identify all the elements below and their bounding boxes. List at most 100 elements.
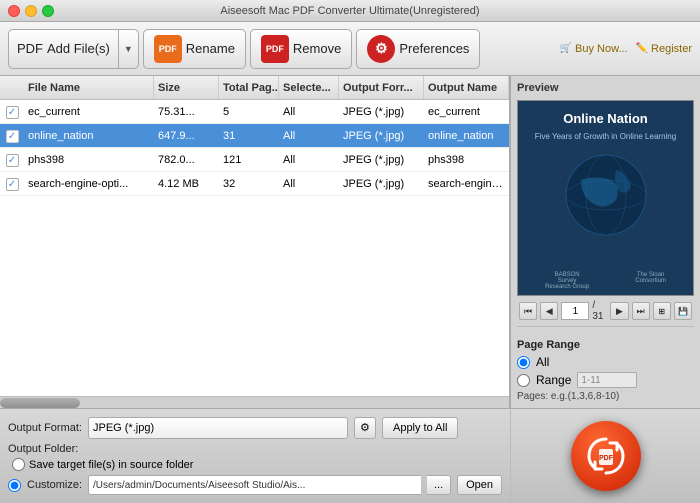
toolbar-right-links: Buy Now... Register: [560, 43, 692, 55]
cell-size: 4.12 MB: [154, 178, 219, 190]
convert-button-area[interactable]: PDF: [510, 409, 700, 503]
row-checkbox[interactable]: ✓: [0, 104, 24, 119]
preview-globe-icon: [561, 150, 651, 240]
rename-button[interactable]: PDF Rename: [143, 29, 246, 69]
table-row[interactable]: ✓ ec_current 75.31... 5 All JPEG (*.jpg)…: [0, 100, 509, 124]
nav-save-button[interactable]: 💾: [674, 302, 692, 320]
nav-first-button[interactable]: ⏮: [519, 302, 537, 320]
toolbar: PDF Add File(s) ▼ PDF Rename PDF Remove …: [0, 22, 700, 76]
format-select[interactable]: JPEG (*.jpg) PNG (*.png) TIFF (*.tiff) B…: [88, 417, 348, 439]
header-total-pages[interactable]: Total Pag...: [219, 76, 279, 99]
cell-size: 75.31...: [154, 106, 219, 118]
add-files-split-button[interactable]: PDF Add File(s) ▼: [8, 29, 139, 69]
cell-selected: All: [279, 154, 339, 166]
page-range-section: Page Range All Range Pages: e.g.(1,3,6,8…: [511, 333, 700, 408]
range-radio-label: Range: [536, 373, 571, 387]
cell-size: 647.9...: [154, 130, 219, 142]
range-input[interactable]: [577, 372, 637, 388]
checkmark-icon: ✓: [6, 154, 19, 167]
nav-fit-button[interactable]: ⊞: [653, 302, 671, 320]
checkmark-icon: ✓: [6, 106, 19, 119]
svg-text:PDF: PDF: [599, 455, 614, 462]
remove-button[interactable]: PDF Remove: [250, 29, 352, 69]
preview-label: Preview: [517, 82, 694, 94]
row-checkbox[interactable]: ✓: [0, 152, 24, 167]
window-controls[interactable]: [8, 5, 54, 17]
add-files-main-button[interactable]: PDF Add File(s): [8, 29, 118, 69]
add-files-arrow-button[interactable]: ▼: [118, 29, 139, 69]
output-folder-label-row: Output Folder:: [8, 443, 502, 455]
scroll-thumb[interactable]: [0, 398, 80, 408]
cell-pages: 32: [219, 178, 279, 190]
cell-outname: ec_current: [424, 106, 509, 118]
cell-selected: All: [279, 178, 339, 190]
range-radio-row: Range: [517, 372, 694, 388]
preview-book-subtitle: Five Years of Growth in Online Learning: [535, 132, 676, 142]
remove-label: Remove: [293, 41, 341, 56]
close-button[interactable]: [8, 5, 20, 17]
format-settings-button[interactable]: ⚙: [354, 417, 376, 439]
preview-book-title: Online Nation: [563, 111, 648, 128]
header-size[interactable]: Size: [154, 76, 219, 99]
row-checkbox[interactable]: ✓: [0, 176, 24, 191]
cell-outfmt: JPEG (*.jpg): [339, 154, 424, 166]
header-output-name[interactable]: Output Name: [424, 76, 509, 99]
cell-selected: All: [279, 106, 339, 118]
customize-label: Customize:: [27, 479, 82, 491]
table-row[interactable]: ✓ phs398 782.0... 121 All JPEG (*.jpg) p…: [0, 148, 509, 172]
preview-logo-right: The SloanConsortium: [635, 272, 666, 290]
cell-outname: phs398: [424, 154, 509, 166]
rename-label: Rename: [186, 41, 235, 56]
maximize-button[interactable]: [42, 5, 54, 17]
all-radio[interactable]: [517, 356, 530, 369]
bottom-controls: Output Format: JPEG (*.jpg) PNG (*.png) …: [0, 408, 700, 503]
table-row[interactable]: ✓ online_nation 647.9... 31 All JPEG (*.…: [0, 124, 509, 148]
open-folder-button[interactable]: Open: [457, 475, 502, 495]
row-checkbox[interactable]: ✓: [0, 128, 24, 143]
output-format-row: Output Format: JPEG (*.jpg) PNG (*.png) …: [8, 417, 502, 439]
main-layout: File Name Size Total Pag... Selecte... O…: [0, 76, 700, 503]
header-output-format[interactable]: Output Forr...: [339, 76, 424, 99]
apply-to-all-button[interactable]: Apply to All: [382, 417, 458, 439]
add-files-label: Add File(s): [47, 41, 110, 56]
header-selected[interactable]: Selecte...: [279, 76, 339, 99]
save-source-option[interactable]: Save target file(s) in source folder: [12, 458, 193, 471]
preferences-button[interactable]: ⚙ Preferences: [356, 29, 480, 69]
customize-radio[interactable]: [8, 479, 21, 492]
content-row: File Name Size Total Pag... Selecte... O…: [0, 76, 700, 408]
page-range-title: Page Range: [517, 339, 694, 351]
table-header: File Name Size Total Pag... Selecte... O…: [0, 76, 509, 100]
cell-pages: 5: [219, 106, 279, 118]
browse-button[interactable]: ...: [427, 475, 451, 495]
cell-outfmt: JPEG (*.jpg): [339, 178, 424, 190]
customize-folder-row: Customize: /Users/admin/Documents/Aisees…: [8, 475, 502, 495]
cell-selected: All: [279, 130, 339, 142]
nav-prev-button[interactable]: ◀: [540, 302, 558, 320]
cell-filename: online_nation: [24, 130, 154, 142]
minimize-button[interactable]: [25, 5, 37, 17]
header-filename[interactable]: File Name: [24, 76, 154, 99]
convert-pdf-button[interactable]: PDF: [571, 421, 641, 491]
buy-now-link[interactable]: Buy Now...: [560, 43, 628, 55]
table-body: ✓ ec_current 75.31... 5 All JPEG (*.jpg)…: [0, 100, 509, 396]
rename-pdf-icon: PDF: [154, 35, 182, 63]
title-bar: Aiseesoft Mac PDF Converter Ultimate(Unr…: [0, 0, 700, 22]
all-radio-row: All: [517, 355, 694, 369]
horizontal-scrollbar[interactable]: [0, 396, 509, 408]
range-radio[interactable]: [517, 374, 530, 387]
preview-nav-bar: ⏮ ◀ / 31 ▶ ⏭ ⊞ 💾: [517, 296, 694, 327]
remove-pdf-icon: PDF: [261, 35, 289, 63]
page-number-input[interactable]: [561, 302, 589, 320]
left-panel: File Name Size Total Pag... Selecte... O…: [0, 76, 510, 408]
preview-section: Preview Online Nation Five Years of Grow…: [511, 76, 700, 333]
table-row[interactable]: ✓ search-engine-opti... 4.12 MB 32 All J…: [0, 172, 509, 196]
cell-pages: 121: [219, 154, 279, 166]
cell-outname: online_nation: [424, 130, 509, 142]
save-source-radio[interactable]: [12, 458, 25, 471]
output-folder-label: Output Folder:: [8, 443, 78, 455]
nav-last-button[interactable]: ⏭: [632, 302, 650, 320]
preferences-icon: ⚙: [367, 35, 395, 63]
nav-next-button[interactable]: ▶: [610, 302, 628, 320]
register-link[interactable]: Register: [636, 43, 692, 55]
cell-filename: ec_current: [24, 106, 154, 118]
